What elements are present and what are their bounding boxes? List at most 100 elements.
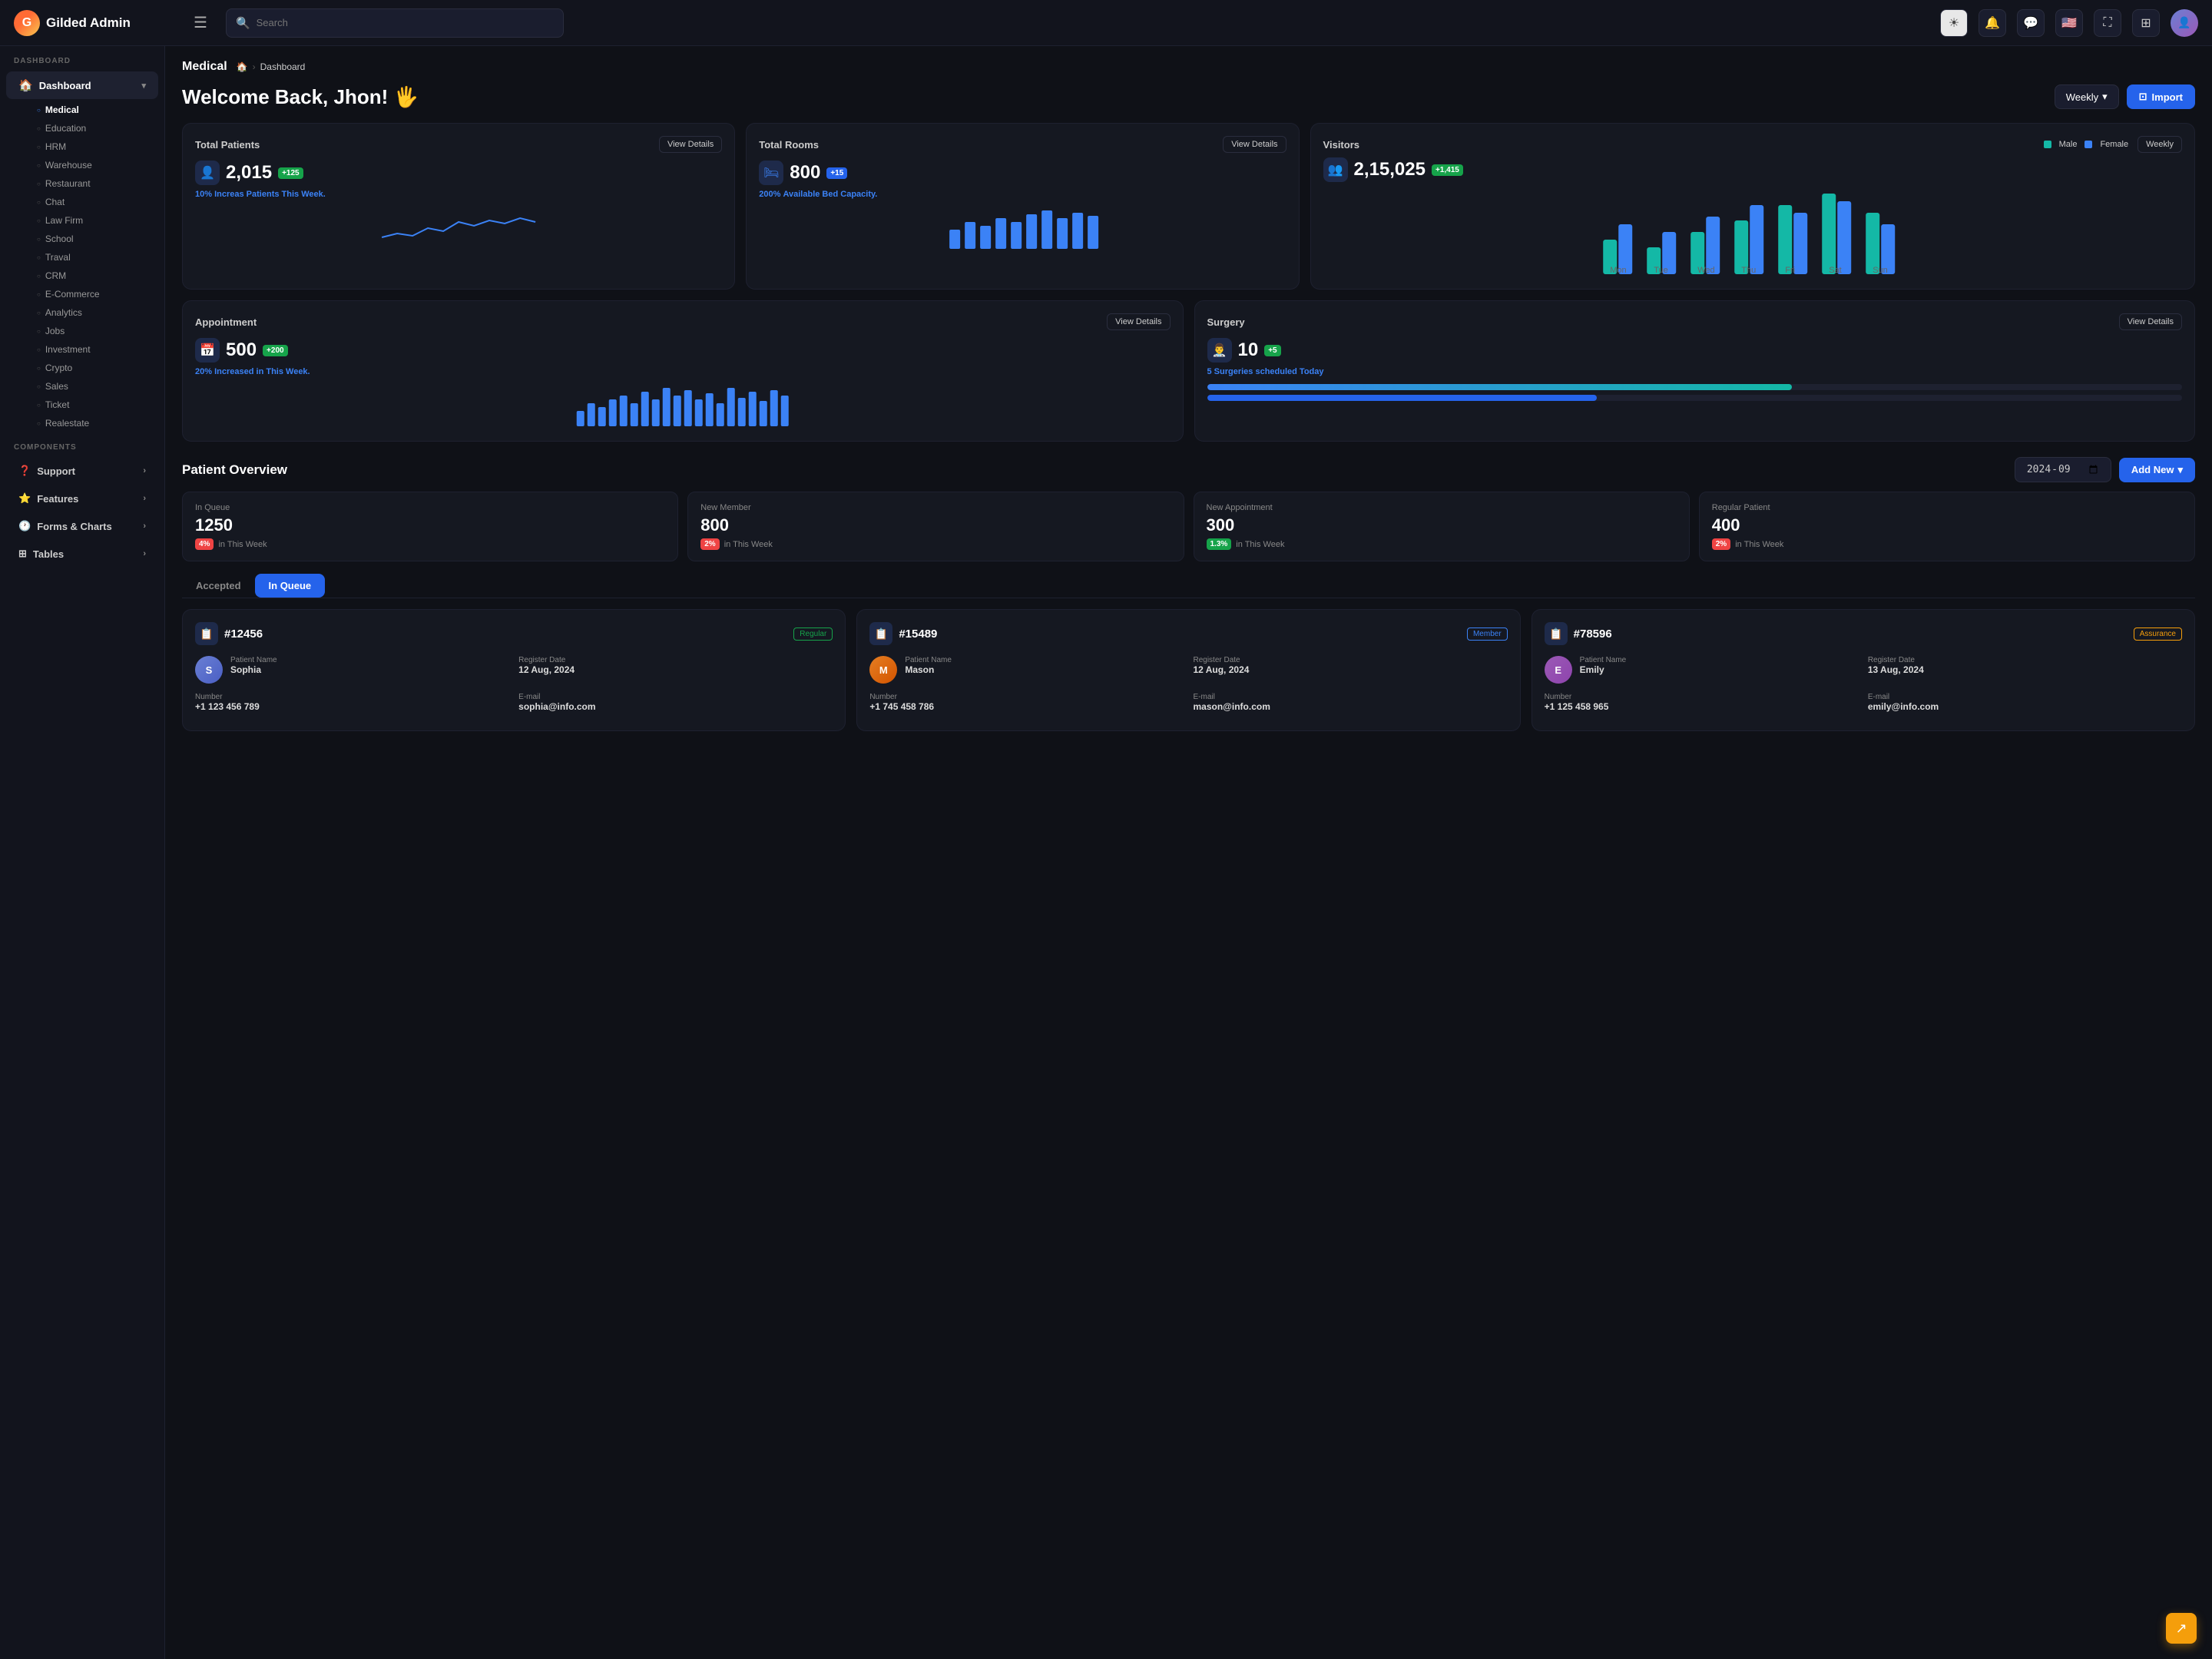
patient-2-name-value: Mason xyxy=(905,664,952,675)
visitors-badge: +1,415 xyxy=(1432,164,1463,176)
patient-3-info: E Patient Name Emily Register Date 13 Au… xyxy=(1545,656,2182,718)
stat-in-queue-week: in This Week xyxy=(218,540,267,549)
patient-3-avatar: E xyxy=(1545,656,1572,684)
patient-2-info: M Patient Name Mason Register Date 12 Au… xyxy=(869,656,1507,718)
breadcrumb: Medical 🏠 › Dashboard xyxy=(182,60,2195,74)
sidebar-item-realestate[interactable]: Realestate xyxy=(25,414,164,432)
chevron-down-icon: ▾ xyxy=(141,81,146,91)
sidebar-item-analytics[interactable]: Analytics xyxy=(25,303,164,322)
sidebar-dashboard[interactable]: 🏠 Dashboard ▾ xyxy=(6,71,158,99)
total-patients-badge: +125 xyxy=(278,167,303,179)
tab-in-queue[interactable]: In Queue xyxy=(255,574,326,598)
patient-3-date-group: Register Date 13 Aug, 2024 xyxy=(1868,656,2182,675)
stat-in-queue-footer: 4% in This Week xyxy=(195,538,665,550)
theme-toggle-button[interactable]: ☀ xyxy=(1940,9,1968,37)
expand-button[interactable]: ⛶ xyxy=(2094,9,2121,37)
patient-2-date-group: Register Date 12 Aug, 2024 xyxy=(1193,656,1507,675)
search-bar[interactable]: 🔍 xyxy=(226,8,564,38)
stat-regular-patient-label: Regular Patient xyxy=(1712,503,2182,512)
weekly-button[interactable]: Weekly ▾ xyxy=(2055,84,2119,109)
stat-in-queue-badge: 4% xyxy=(195,538,214,550)
svg-text:Mon: Mon xyxy=(1610,266,1626,274)
patient-overview-title: Patient Overview xyxy=(182,462,287,478)
total-rooms-badge: +15 xyxy=(826,167,847,179)
visitors-weekly-button[interactable]: Weekly xyxy=(2137,136,2182,153)
sidebar-item-jobs[interactable]: Jobs xyxy=(25,322,164,340)
surgery-view-details[interactable]: View Details xyxy=(2119,313,2182,330)
total-rooms-view-details[interactable]: View Details xyxy=(1223,136,1286,153)
patient-2-email-col: E-mail mason@info.com xyxy=(1193,693,1507,718)
import-label: Import xyxy=(2152,91,2183,103)
add-new-button[interactable]: Add New ▾ xyxy=(2119,458,2195,482)
stat-regular-patient-value: 400 xyxy=(1712,515,2182,535)
date-input[interactable] xyxy=(2015,457,2111,482)
patient-1-icon: 📋 xyxy=(195,622,218,645)
stat-new-member-footer: 2% in This Week xyxy=(700,538,1171,550)
sidebar-features[interactable]: ⭐Features › xyxy=(6,485,158,512)
total-rooms-percent: 200% xyxy=(759,190,780,199)
patient-3-number-label: Number xyxy=(1545,693,1859,701)
sidebar-tables-label: Tables xyxy=(33,548,64,560)
sidebar-item-ticket[interactable]: Ticket xyxy=(25,396,164,414)
rooms-icon: 🛏 xyxy=(759,161,783,185)
weekly-label: Weekly xyxy=(2066,91,2098,103)
breadcrumb-page: Dashboard xyxy=(260,61,306,72)
patient-1-email-group: E-mail sophia@info.com xyxy=(518,693,833,712)
stat-new-member-week: in This Week xyxy=(724,540,773,549)
surgery-sub: 5 Surgeries scheduled Today xyxy=(1207,367,2183,376)
patient-3-email-group: E-mail emily@info.com xyxy=(1868,693,2182,712)
rooms-bar-chart xyxy=(759,207,1286,249)
sidebar-support[interactable]: ❓Support › xyxy=(6,458,158,484)
patient-3-id: #78596 xyxy=(1574,628,1612,641)
sidebar-forms-charts-label: Forms & Charts xyxy=(37,521,112,532)
stat-in-queue-label: In Queue xyxy=(195,503,665,512)
search-icon: 🔍 xyxy=(236,16,250,30)
appointment-view-details[interactable]: View Details xyxy=(1107,313,1170,330)
chat-button[interactable]: 💬 xyxy=(2017,9,2045,37)
patient-2-badge: Member xyxy=(1467,628,1508,641)
sidebar-item-medical[interactable]: Medical xyxy=(25,101,164,119)
surgery-progress xyxy=(1207,384,2183,390)
welcome-row: Welcome Back, Jhon! 🖐 Weekly ▾ ⊡ Import xyxy=(182,84,2195,109)
patient-2-id-row: 📋 #15489 xyxy=(869,622,937,645)
surgery-header: Surgery View Details xyxy=(1207,313,2183,330)
patient-2-name-label: Patient Name xyxy=(905,656,952,664)
scroll-to-top-button[interactable]: ↗ xyxy=(2166,1613,2197,1644)
sidebar-item-school[interactable]: School xyxy=(25,230,164,248)
sidebar-item-investment[interactable]: Investment xyxy=(25,340,164,359)
sidebar-tables[interactable]: ⊞Tables › xyxy=(6,541,158,567)
search-input[interactable] xyxy=(257,17,554,28)
sidebar-item-chat[interactable]: Chat xyxy=(25,193,164,211)
import-button[interactable]: ⊡ Import xyxy=(2127,84,2195,109)
logo-area: G Gilded Admin xyxy=(14,10,175,36)
patient-3-badge: Assurance xyxy=(2134,628,2182,641)
visitors-header: Visitors Male Female Weekly xyxy=(1323,136,2182,153)
total-rooms-sub-text: Available Bed Capacity. xyxy=(783,190,877,199)
stat-card-regular-patient: Regular Patient 400 2% in This Week xyxy=(1699,492,2195,561)
stat-card-in-queue: In Queue 1250 4% in This Week xyxy=(182,492,678,561)
total-patients-view-details[interactable]: View Details xyxy=(659,136,722,153)
hamburger-icon[interactable]: ☰ xyxy=(187,10,214,35)
sidebar-item-warehouse[interactable]: Warehouse xyxy=(25,156,164,174)
patient-1-info: S Patient Name Sophia Register Date 12 A… xyxy=(195,656,833,718)
sidebar-item-ecommerce[interactable]: E-Commerce xyxy=(25,285,164,303)
sidebar-item-crm[interactable]: CRM xyxy=(25,267,164,285)
patient-2-id: #15489 xyxy=(899,628,937,641)
sidebar-item-traval[interactable]: Traval xyxy=(25,248,164,267)
sidebar-item-crypto[interactable]: Crypto xyxy=(25,359,164,377)
sidebar-item-lawfirm[interactable]: Law Firm xyxy=(25,211,164,230)
chevron-right-icon4: › xyxy=(143,549,146,558)
sidebar-item-sales[interactable]: Sales xyxy=(25,377,164,396)
notifications-button[interactable]: 🔔 xyxy=(1979,9,2006,37)
sidebar-item-hrm[interactable]: HRM xyxy=(25,137,164,156)
grid-button[interactable]: ⊞ xyxy=(2132,9,2160,37)
visitors-value: 2,15,025 xyxy=(1354,159,1426,180)
tab-accepted[interactable]: Accepted xyxy=(182,574,255,598)
appointment-value: 500 xyxy=(226,339,257,361)
patient-overview-actions: Add New ▾ xyxy=(2015,457,2195,482)
sidebar-support-label: Support xyxy=(37,465,75,477)
sidebar-item-restaurant[interactable]: Restaurant xyxy=(25,174,164,193)
sidebar-item-education[interactable]: Education xyxy=(25,119,164,137)
avatar[interactable]: 👤 xyxy=(2171,9,2198,37)
sidebar-forms-charts[interactable]: 🕐Forms & Charts › xyxy=(6,513,158,539)
